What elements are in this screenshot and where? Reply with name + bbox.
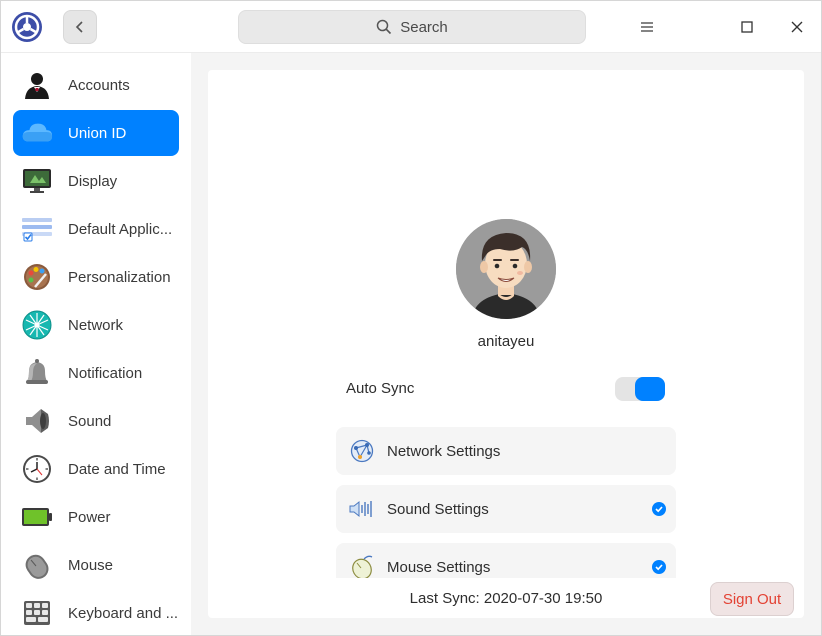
- network-icon: [21, 309, 53, 341]
- sidebar-item-label: Network: [68, 316, 124, 334]
- accounts-icon: [21, 69, 53, 101]
- sidebar-item-sound[interactable]: Sound: [13, 398, 179, 444]
- sign-out-button[interactable]: Sign Out: [710, 582, 794, 616]
- mouse-icon: [21, 549, 53, 581]
- sidebar-item-label: Accounts: [68, 76, 130, 94]
- sidebar-item-label: Date and Time: [68, 460, 166, 478]
- sidebar-item-label: Display: [68, 172, 118, 190]
- sidebar-item-display[interactable]: Display: [13, 158, 179, 204]
- back-button[interactable]: [63, 10, 97, 44]
- maximize-icon: [741, 21, 753, 33]
- mouse-settings-icon: [349, 554, 375, 578]
- setting-label: Sound Settings: [387, 500, 489, 518]
- sidebar-item-union-id[interactable]: Union ID: [13, 110, 179, 156]
- display-icon: [21, 165, 53, 197]
- network-settings-row[interactable]: Network Settings: [336, 427, 676, 475]
- sound-settings-row[interactable]: Sound Settings: [336, 485, 676, 533]
- union-id-panel: anitayeu Auto Sync Network Settings Soun…: [208, 70, 804, 618]
- sidebar-item-label: Sound: [68, 412, 112, 430]
- mouse-settings-row[interactable]: Mouse Settings: [336, 543, 676, 578]
- sound-settings-icon: [349, 496, 375, 522]
- toggle-knob: [635, 377, 665, 401]
- network-settings-icon: [349, 438, 375, 464]
- clock-icon: [21, 453, 53, 485]
- palette-icon: [21, 261, 53, 293]
- mouse-settings-checkbox[interactable]: [652, 560, 666, 574]
- close-button[interactable]: [781, 11, 813, 43]
- control-center-logo-icon: [11, 11, 43, 43]
- sidebar-item-label: Power: [68, 508, 111, 526]
- title-bar: Search: [1, 1, 821, 53]
- sidebar-item-label: Union ID: [68, 124, 127, 142]
- search-input[interactable]: Search: [238, 10, 586, 44]
- default-apps-icon: [21, 213, 53, 245]
- sidebar-item-personalization[interactable]: Personalization: [13, 254, 179, 300]
- search-icon: [376, 19, 392, 35]
- keyboard-icon: [21, 597, 53, 629]
- setting-label: Mouse Settings: [387, 558, 491, 576]
- sidebar-item-default-applications[interactable]: Default Applic...: [13, 206, 179, 252]
- maximize-button[interactable]: [731, 11, 763, 43]
- sidebar-item-notification[interactable]: Notification: [13, 350, 179, 396]
- sidebar-item-label: Keyboard and ...: [68, 604, 179, 622]
- avatar[interactable]: [456, 219, 556, 319]
- sound-settings-checkbox[interactable]: [652, 502, 666, 516]
- search-placeholder: Search: [400, 18, 448, 36]
- auto-sync-label: Auto Sync: [346, 380, 415, 397]
- auto-sync-toggle[interactable]: [615, 377, 665, 401]
- cloud-icon: [21, 117, 53, 149]
- menu-button[interactable]: [631, 11, 663, 43]
- sidebar: Accounts Union ID Display Default Applic…: [1, 53, 191, 635]
- sidebar-item-network[interactable]: Network: [13, 302, 179, 348]
- checkmark-icon: [655, 564, 663, 571]
- sidebar-item-label: Default Applic...: [68, 220, 173, 238]
- sidebar-item-mouse[interactable]: Mouse: [13, 542, 179, 588]
- bell-icon: [21, 357, 53, 389]
- control-center-window: Search Accounts Union ID Display Default…: [0, 0, 822, 636]
- chevron-left-icon: [75, 21, 83, 33]
- setting-label: Network Settings: [387, 442, 501, 460]
- sidebar-item-label: Mouse: [68, 556, 114, 574]
- sidebar-item-label: Notification: [68, 364, 143, 382]
- battery-icon: [21, 501, 53, 533]
- sidebar-item-label: Personalization: [68, 268, 171, 286]
- close-icon: [791, 21, 803, 33]
- sidebar-item-power[interactable]: Power: [13, 494, 179, 540]
- menu-icon: [641, 22, 653, 32]
- sidebar-item-date-and-time[interactable]: Date and Time: [13, 446, 179, 492]
- sync-settings-list: Network Settings Sound Settings Mouse Se…: [208, 420, 804, 578]
- sidebar-item-accounts[interactable]: Accounts: [13, 62, 179, 108]
- username-label: anitayeu: [477, 333, 535, 350]
- speaker-icon: [21, 405, 53, 437]
- sidebar-item-keyboard[interactable]: Keyboard and ...: [13, 590, 179, 636]
- checkmark-icon: [655, 506, 663, 513]
